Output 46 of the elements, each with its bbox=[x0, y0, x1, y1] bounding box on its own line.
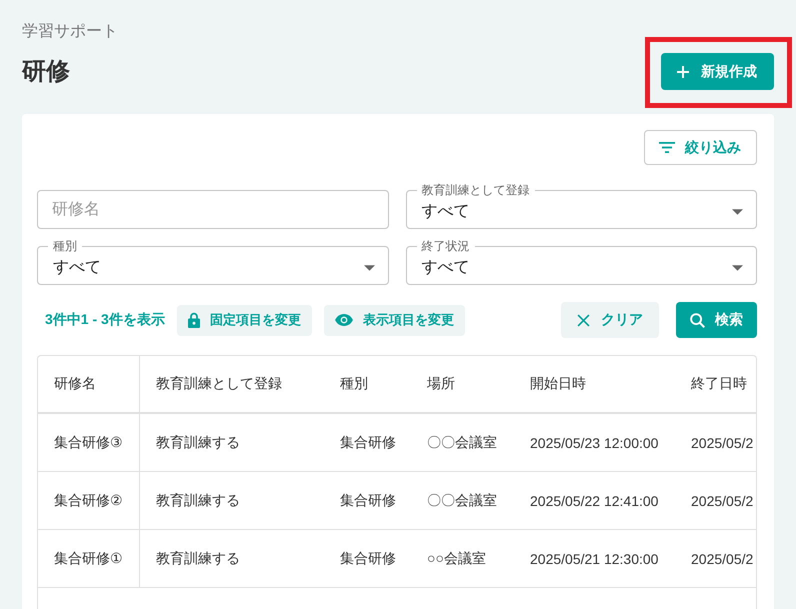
filter-button[interactable]: 絞り込み bbox=[644, 130, 757, 165]
table-cell: 教育訓練する bbox=[140, 530, 324, 588]
column-header: 研修名 bbox=[38, 356, 140, 414]
table-cell: 2025/05/2 bbox=[675, 472, 756, 530]
filter-icon bbox=[659, 142, 675, 153]
search-button[interactable]: 検索 bbox=[676, 302, 757, 338]
table-cell: 〇〇会議室 bbox=[411, 472, 514, 530]
caret-icon bbox=[732, 209, 743, 215]
fixed-columns-button[interactable]: 固定項目を変更 bbox=[176, 304, 312, 336]
clear-button[interactable]: クリア bbox=[561, 302, 659, 338]
table-cell: 2025/05/2 bbox=[675, 414, 756, 472]
table-cell: 2025/05/22 12:41:00 bbox=[514, 472, 675, 530]
select-field[interactable]: 教育訓練として登録 すべて bbox=[406, 183, 757, 229]
column-header: 開始日時 bbox=[514, 356, 675, 414]
column-header: 終了日時 bbox=[675, 356, 756, 414]
select-field[interactable]: 終了状況 すべて bbox=[406, 239, 757, 285]
eye-icon bbox=[334, 314, 353, 326]
table-cell: 集合研修 bbox=[324, 530, 411, 588]
caret-icon bbox=[364, 265, 374, 271]
table-cell: 〇〇会議室 bbox=[411, 414, 514, 472]
text-field[interactable]: 研修名 bbox=[37, 190, 388, 229]
table-cell: 2025/05/23 12:00:00 bbox=[514, 414, 675, 472]
table-cell: 集合研修 bbox=[324, 414, 411, 472]
table-cell: 集合研修 bbox=[324, 472, 411, 530]
column-header: 種別 bbox=[324, 356, 411, 414]
select-field[interactable]: 種別 すべて bbox=[37, 239, 388, 285]
lock-icon bbox=[188, 312, 200, 328]
result-count: 3件中1 - 3件を表示 bbox=[45, 311, 165, 329]
table-cell: 集合研修① bbox=[38, 530, 140, 588]
table-cell: 2025/05/21 12:30:00 bbox=[514, 530, 675, 588]
caret-icon bbox=[732, 265, 743, 271]
page-title: 研修 bbox=[22, 56, 70, 86]
breadcrumb: 学習サポート bbox=[22, 22, 118, 42]
search-icon bbox=[690, 312, 705, 328]
table-cell: 教育訓練する bbox=[140, 414, 324, 472]
create-button[interactable]: 新規作成 bbox=[661, 53, 774, 90]
table-cell: 集合研修② bbox=[38, 472, 140, 530]
close-icon bbox=[577, 314, 590, 326]
column-header: 教育訓練として登録 bbox=[140, 356, 324, 414]
column-header: 場所 bbox=[411, 356, 514, 414]
table-cell: 2025/05/2 bbox=[675, 530, 756, 588]
table-cell: 集合研修③ bbox=[38, 414, 140, 472]
table-cell: ○○会議室 bbox=[411, 530, 514, 588]
plus-icon bbox=[677, 66, 689, 78]
visible-columns-button[interactable]: 表示項目を変更 bbox=[324, 304, 465, 336]
table-cell: 教育訓練する bbox=[140, 472, 324, 530]
